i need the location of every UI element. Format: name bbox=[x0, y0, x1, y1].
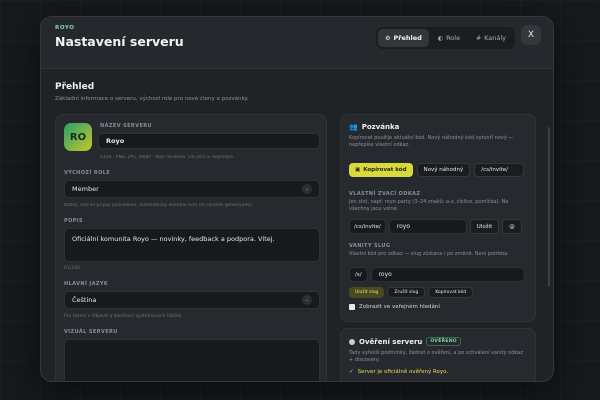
slug-input[interactable]: royo bbox=[370, 267, 525, 282]
invite-description: Kopírovat použije aktuální kód. Nový náh… bbox=[349, 135, 514, 148]
copy-icon: ▣ bbox=[355, 167, 361, 173]
invite-code-field[interactable]: /cs/invite/ bbox=[474, 163, 525, 177]
tab-channels[interactable]: # Kanály bbox=[469, 29, 513, 47]
verify-title-row: Ověření serveru OVĚŘENO bbox=[349, 337, 527, 346]
description-value: Oficiální komunita Royo — novinky, feedb… bbox=[72, 235, 275, 243]
default-role-select[interactable]: Member ⌄ bbox=[64, 180, 320, 198]
language-hint: Pro řazení v Objevit a lokalizaci systém… bbox=[64, 314, 183, 319]
tab-bar: ⚙ Přehled ◐ Role # Kanály bbox=[376, 27, 515, 49]
remove-slug-button[interactable]: Zrušit slug bbox=[387, 287, 426, 298]
server-name-label: NÁZEV SERVERU bbox=[100, 123, 152, 129]
tab-label: Přehled bbox=[393, 34, 422, 42]
discover-toggle[interactable]: Zobrazit ve veřejném hledání bbox=[349, 304, 440, 310]
default-role-hint: Každý, kdo se připojí pozvánkou, automat… bbox=[64, 203, 254, 208]
checkbox[interactable] bbox=[349, 304, 355, 310]
vanity-input[interactable]: royo bbox=[388, 219, 467, 234]
vanity-prefix: /cs/invite/ bbox=[349, 219, 386, 234]
gear-icon: ⚙ bbox=[385, 34, 391, 42]
default-role-label: VÝCHOZÍ ROLE bbox=[64, 170, 111, 176]
language-label: HLAVNÍ JAZYK bbox=[64, 281, 109, 287]
settings-modal: ROYO Nastavení serveru ⚙ Přehled ◐ Role … bbox=[40, 16, 554, 382]
server-name-value: Royo bbox=[106, 137, 125, 145]
invite-panel: 👥 Pozvánka Kopírovat použije aktuální kó… bbox=[340, 114, 536, 322]
server-name-input[interactable]: Royo bbox=[98, 133, 320, 149]
avatar-hint: 4100 · PNG, JPG, WebP · Max na ikonu. OR… bbox=[100, 155, 235, 160]
server-avatar[interactable]: RO bbox=[64, 123, 92, 151]
invite-title: Pozvánka bbox=[361, 123, 400, 131]
language-value: Čeština bbox=[72, 296, 97, 304]
section-subtitle: Základní informace o serveru, výchozí ro… bbox=[55, 96, 249, 102]
vanity-description: Jen slot, např. royo-party (3–24 znaků: … bbox=[349, 199, 509, 212]
slug-row: /s/ royo bbox=[349, 267, 525, 282]
slug-label: VANITY SLUG bbox=[349, 243, 391, 249]
slug-description: Vlastní kód pro odkaz — slug zůstane i p… bbox=[349, 251, 509, 257]
description-label: POPIS bbox=[64, 218, 84, 224]
save-slug-button[interactable]: Uložit slug bbox=[349, 287, 385, 298]
verify-description: Tady vyřešíš podmínky, žádost o ověření,… bbox=[349, 350, 523, 363]
slug-actions: Uložit slug Zrušit slug Kopírovat kód bbox=[349, 287, 474, 298]
copy-code-label: Kopírovat kód bbox=[363, 167, 407, 173]
tab-label: Kanály bbox=[484, 34, 506, 42]
default-role-value: Member bbox=[72, 185, 99, 193]
tab-label: Role bbox=[446, 34, 461, 42]
chevron-down-icon: ⌄ bbox=[302, 184, 312, 194]
save-vanity-button[interactable]: Uložit bbox=[469, 219, 500, 234]
description-counter: 61/240 bbox=[64, 266, 80, 271]
tab-roles[interactable]: ◐ Role bbox=[431, 29, 467, 47]
chevron-down-icon: ⌄ bbox=[302, 295, 312, 305]
invite-title-row: 👥 Pozvánka bbox=[349, 123, 527, 131]
copy-slug-button[interactable]: Kopírovat kód bbox=[428, 287, 474, 298]
invite-actions: ▣ Kopírovat kód Nový náhodný /cs/invite/ bbox=[349, 163, 525, 177]
banner-upload[interactable] bbox=[64, 339, 320, 381]
discover-label: Zobrazit ve veřejném hledání bbox=[359, 304, 440, 310]
slug-prefix: /s/ bbox=[349, 267, 368, 282]
new-random-button[interactable]: Nový náhodný bbox=[416, 163, 471, 177]
language-select[interactable]: Čeština ⌄ bbox=[64, 291, 320, 309]
visual-label: VIZUÁL SERVERU bbox=[64, 329, 118, 335]
checkmark-icon: ✓ bbox=[349, 369, 354, 375]
verify-status: ✓ Server je oficiálně ověřený Royo. bbox=[349, 369, 527, 375]
close-button[interactable]: X bbox=[521, 25, 541, 45]
refresh-icon[interactable]: @ bbox=[502, 219, 522, 234]
scrollbar[interactable] bbox=[548, 127, 550, 287]
server-info-panel: RO NÁZEV SERVERU Royo 4100 · PNG, JPG, W… bbox=[55, 114, 327, 381]
description-textarea[interactable]: Oficiální komunita Royo — novinky, feedb… bbox=[64, 228, 320, 262]
verification-panel: Ověření serveru OVĚŘENO Tady vyřešíš pod… bbox=[340, 328, 536, 381]
verified-icon bbox=[349, 338, 355, 345]
section-title: Přehled bbox=[55, 82, 95, 92]
tab-overview[interactable]: ⚙ Přehled bbox=[378, 29, 429, 47]
verify-title: Ověření serveru bbox=[359, 337, 423, 346]
copy-code-button[interactable]: ▣ Kopírovat kód bbox=[349, 163, 413, 177]
vanity-row: /cs/invite/ royo Uložit @ bbox=[349, 219, 522, 234]
modal-header: ROYO Nastavení serveru ⚙ Přehled ◐ Role … bbox=[41, 17, 553, 69]
users-icon: 👥 bbox=[349, 123, 358, 131]
hash-icon: # bbox=[476, 34, 482, 42]
vanity-label: VLASTNÍ ZVACÍ ODKAZ bbox=[349, 191, 421, 197]
shield-icon: ◐ bbox=[437, 34, 444, 42]
close-icon: X bbox=[527, 30, 535, 40]
verified-badge: OVĚŘENO bbox=[426, 337, 461, 346]
verify-status-text: Server je oficiálně ověřený Royo. bbox=[357, 369, 449, 375]
